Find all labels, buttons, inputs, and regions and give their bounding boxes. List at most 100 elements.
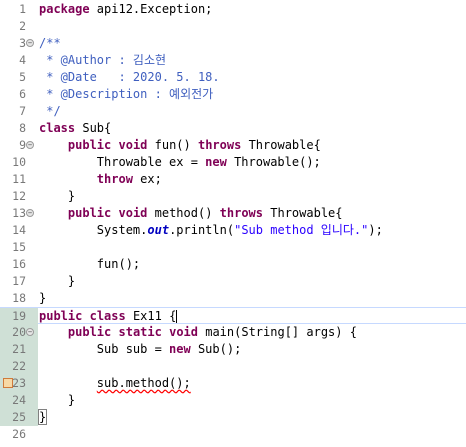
- code-text[interactable]: public static void main(String[] args) {: [39, 324, 357, 341]
- keyword-token: new: [169, 342, 191, 356]
- error-underlined-token: sub.method();: [96, 376, 191, 390]
- keyword-token: new: [205, 155, 227, 169]
- code-text[interactable]: System.out.println("Sub method 입니다.");: [39, 222, 383, 239]
- code-text[interactable]: package api12.Exception;: [39, 1, 212, 18]
- line-number: 19: [12, 309, 26, 323]
- fold-collapse-icon[interactable]: −: [26, 141, 34, 149]
- keyword-token: class: [89, 309, 126, 323]
- code-token: Sub();: [190, 342, 242, 356]
- code-token: Sub{: [75, 121, 112, 135]
- code-token: Throwable{: [263, 206, 343, 220]
- code-text[interactable]: public void fun() throws Throwable{: [39, 137, 321, 154]
- code-text[interactable]: }: [37, 409, 48, 426]
- code-line-10[interactable]: 10 Throwable ex = new Throwable();: [0, 154, 466, 171]
- code-text[interactable]: * @Date : 2020. 5. 18.: [39, 69, 220, 86]
- code-token: Throwable{: [241, 138, 321, 152]
- code-text[interactable]: * @Author : 김소현: [39, 52, 166, 69]
- code-line-24[interactable]: 24 }: [0, 392, 466, 409]
- code-text[interactable]: sub.method();: [39, 375, 191, 392]
- code-token: Ex11 {: [125, 309, 177, 323]
- line-number: 11: [12, 172, 26, 186]
- line-number: 7: [19, 104, 26, 118]
- code-text[interactable]: throw ex;: [39, 171, 162, 188]
- code-line-13[interactable]: 13− public void method() throws Throwabl…: [0, 205, 466, 222]
- code-line-17[interactable]: 17 }: [0, 273, 466, 290]
- code-text[interactable]: Throwable ex = new Throwable();: [39, 154, 321, 171]
- code-token: );: [368, 223, 383, 237]
- keyword-token: throw: [96, 172, 133, 186]
- code-line-20[interactable]: 20− public static void main(String[] arg…: [0, 324, 466, 341]
- comment-token: * @Date : 2020. 5. 18.: [39, 70, 220, 84]
- line-number: 14: [12, 223, 26, 237]
- code-line-16[interactable]: 16 fun();: [0, 256, 466, 273]
- code-line-5[interactable]: 5 * @Date : 2020. 5. 18.: [0, 69, 466, 86]
- code-token: fun();: [39, 257, 141, 271]
- comment-token: * @Description : 예외전가: [39, 87, 214, 101]
- line-number: 6: [19, 87, 26, 101]
- code-text[interactable]: }: [39, 290, 46, 307]
- keyword-token: throws: [219, 206, 264, 220]
- code-token: ex;: [132, 172, 162, 186]
- fold-collapse-icon[interactable]: −: [26, 328, 34, 336]
- code-line-22[interactable]: 22: [0, 358, 466, 375]
- code-text[interactable]: public class Ex11 {: [39, 308, 178, 325]
- code-line-1[interactable]: 1 package api12.Exception;: [0, 1, 466, 18]
- text-cursor: [176, 310, 178, 323]
- line-number: 2: [19, 19, 26, 33]
- keyword-token: public: [67, 206, 112, 220]
- code-text[interactable]: * @Description : 예외전가: [39, 86, 213, 103]
- code-text[interactable]: Sub sub = new Sub();: [39, 341, 242, 358]
- code-line-21[interactable]: 21 Sub sub = new Sub();: [0, 341, 466, 358]
- line-number: 8: [19, 121, 26, 135]
- code-line-25[interactable]: 25}: [0, 409, 466, 426]
- keyword-token: public: [39, 309, 83, 323]
- line-number: 5: [19, 70, 26, 84]
- code-token: }: [39, 274, 76, 288]
- code-text[interactable]: public void method() throws Throwable{: [39, 205, 343, 222]
- code-line-14[interactable]: 14 System.out.println("Sub method 입니다.")…: [0, 222, 466, 239]
- line-number: 3: [19, 36, 26, 50]
- line-number: 9: [19, 138, 26, 152]
- code-text[interactable]: }: [39, 188, 75, 205]
- keyword-token: void: [169, 325, 198, 339]
- code-text[interactable]: }: [39, 273, 75, 290]
- keyword-token: throws: [197, 138, 242, 152]
- code-line-11[interactable]: 11 throw ex;: [0, 171, 466, 188]
- keyword-token: void: [118, 138, 148, 152]
- code-line-23[interactable]: 23 sub.method();: [0, 375, 466, 392]
- code-line-12[interactable]: 12 }: [0, 188, 466, 205]
- code-text[interactable]: }: [39, 392, 75, 409]
- code-line-4[interactable]: 4 * @Author : 김소현: [0, 52, 466, 69]
- code-line-19[interactable]: 19 public class Ex11 {: [0, 307, 466, 325]
- code-line-26[interactable]: 26: [0, 426, 466, 443]
- code-text[interactable]: /**: [39, 35, 61, 52]
- code-text[interactable]: class Sub{: [39, 120, 111, 137]
- line-number: 18: [12, 291, 26, 305]
- line-number: 25: [12, 410, 26, 424]
- code-text[interactable]: */: [39, 103, 60, 120]
- static-field-token: out: [147, 223, 170, 237]
- line-number: 12: [12, 189, 26, 203]
- line-number: 20: [12, 325, 26, 339]
- code-line-7[interactable]: 7 */: [0, 103, 466, 120]
- code-line-2[interactable]: 2: [0, 18, 466, 35]
- keyword-token: class: [39, 121, 76, 135]
- line-number: 17: [12, 274, 26, 288]
- code-line-18[interactable]: 18}: [0, 290, 466, 307]
- line-number: 21: [12, 342, 26, 356]
- fold-collapse-icon[interactable]: −: [26, 209, 34, 217]
- code-line-9[interactable]: 9− public void fun() throws Throwable{: [0, 137, 466, 154]
- code-editor[interactable]: 1 package api12.Exception; 2 3−/** 4 * @Auth…: [0, 0, 466, 447]
- code-line-15[interactable]: 15: [0, 239, 466, 256]
- code-text[interactable]: fun();: [39, 256, 140, 273]
- code-line-8[interactable]: 8 class Sub{: [0, 120, 466, 137]
- fold-collapse-icon[interactable]: −: [26, 39, 34, 47]
- code-line-6[interactable]: 6 * @Description : 예외전가: [0, 86, 466, 103]
- code-line-3[interactable]: 3−/**: [0, 35, 466, 52]
- line-number: 10: [12, 155, 26, 169]
